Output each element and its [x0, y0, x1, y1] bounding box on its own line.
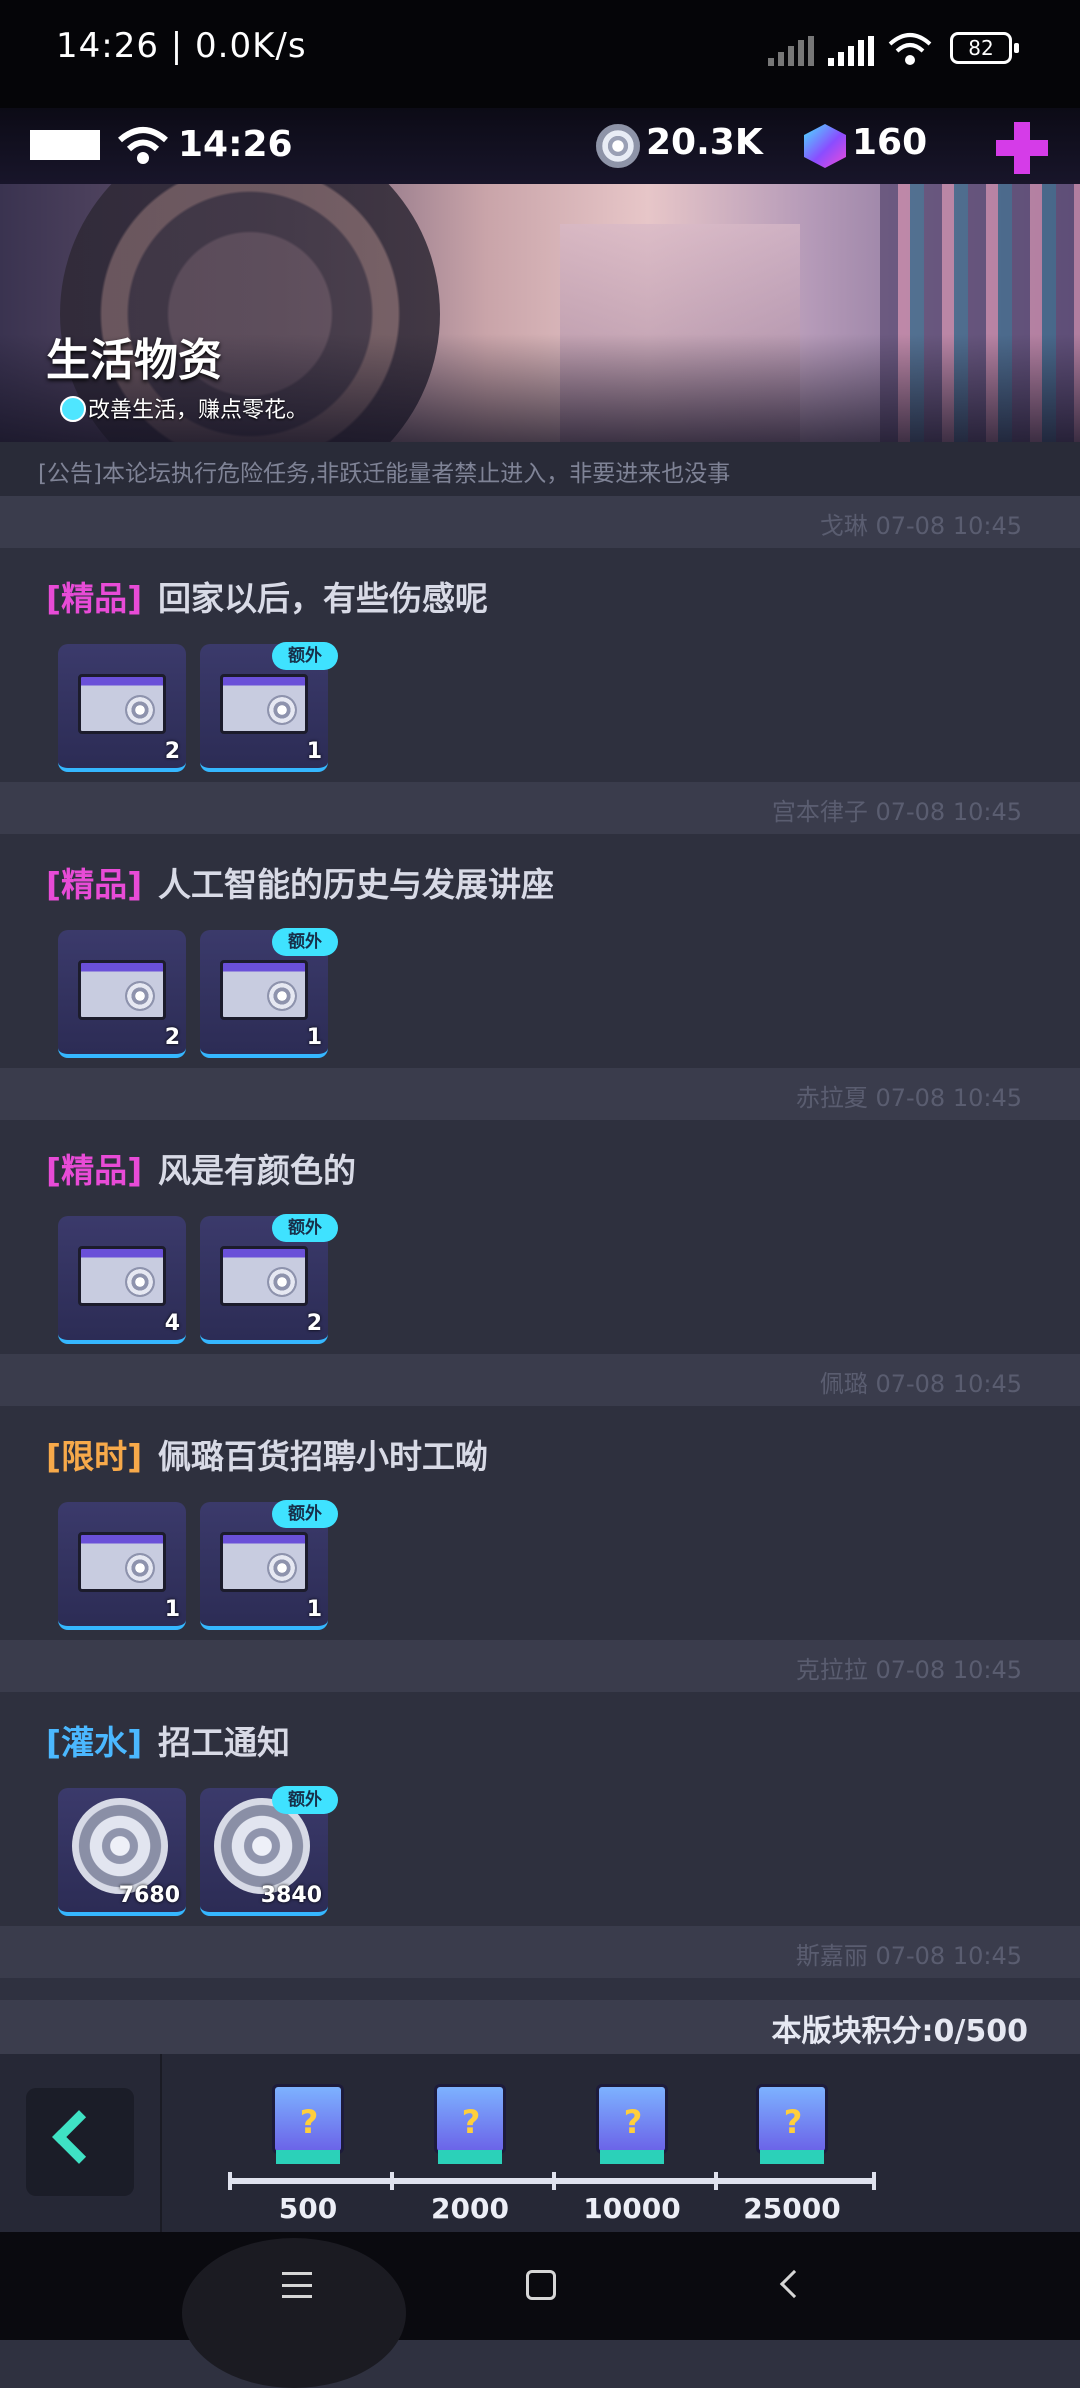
forum-subtitle: 改善生活，赚点零花。 — [88, 398, 309, 423]
ticket-icon — [78, 1246, 166, 1306]
reward-item[interactable]: 4 — [58, 1216, 186, 1344]
reward-item[interactable]: 1 额外 — [200, 1500, 338, 1630]
post-item[interactable]: [精品] 回家以后，有些伤感呢 2 1 额外 — [0, 548, 1080, 782]
reward-item[interactable]: 7680 — [58, 1788, 186, 1916]
reward-quantity: 2 — [164, 1025, 180, 1050]
points-label: 本版块积分:0/500 — [771, 2014, 1028, 2049]
post-tag: [精品] — [46, 865, 143, 904]
post-meta: 斯嘉丽 07-08 10:45 — [0, 1926, 1080, 1978]
coin-icon — [596, 124, 640, 168]
forum-title: 生活物资 — [46, 335, 222, 386]
battery-icon: 82 — [950, 32, 1019, 64]
back-button[interactable] — [26, 2088, 134, 2196]
milestone-label: 10000 — [583, 2192, 681, 2225]
extra-badge: 额外 — [272, 642, 338, 670]
post-author-time: 佩璐 07-08 10:45 — [819, 1370, 1022, 1398]
reward-item[interactable]: 1 额外 — [200, 642, 338, 772]
coin-count: 20.3K — [646, 122, 763, 163]
reward-chest[interactable]: ? — [428, 2076, 512, 2164]
reward-item[interactable]: 2 — [58, 930, 186, 1058]
reward-chest[interactable]: ? — [266, 2076, 350, 2164]
wifi-icon — [888, 32, 932, 70]
post-meta: 佩璐 07-08 10:45 — [0, 1354, 1080, 1406]
reward-quantity: 2 — [164, 739, 180, 764]
post-item[interactable]: [灌水] 招工通知 7680 3840 额外 — [0, 1692, 1080, 1926]
post-tag: [灌水] — [46, 1723, 143, 1762]
reward-quantity: 1 — [306, 1597, 322, 1622]
ticket-icon — [220, 960, 308, 1020]
milestone-label: 25000 — [743, 2192, 841, 2225]
post-item[interactable]: [精品] 人工智能的历史与发展讲座 2 1 额外 — [0, 834, 1080, 1068]
post-title: 佩璐百货招聘小时工呦 — [158, 1437, 488, 1476]
extra-badge: 额外 — [272, 1786, 338, 1814]
ticket-icon — [220, 1532, 308, 1592]
post-title: 风是有颜色的 — [158, 1151, 356, 1190]
dot-icon — [60, 396, 86, 422]
reward-quantity: 3840 — [260, 1883, 322, 1908]
post-tag: [精品] — [46, 1151, 143, 1190]
post-title: 回家以后，有些伤感呢 — [158, 579, 488, 618]
post-meta: 宫本律子 07-08 10:45 — [0, 782, 1080, 834]
forum-banner: 生活物资 改善生活，赚点零花。 — [0, 184, 1080, 442]
reward-item[interactable]: 2 — [58, 644, 186, 772]
reward-quantity: 1 — [164, 1597, 180, 1622]
post-author-time: 赤拉夏 07-08 10:45 — [795, 1084, 1022, 1112]
reward-chest[interactable]: ? — [750, 2076, 834, 2164]
reward-quantity: 4 — [164, 1311, 180, 1336]
milestone-label: 500 — [278, 2192, 338, 2225]
reward-quantity: 7680 — [118, 1883, 180, 1908]
reward-quantity: 1 — [306, 739, 322, 764]
post-author-time: 宫本律子 07-08 10:45 — [771, 798, 1022, 826]
post-meta: 赤拉夏 07-08 10:45 — [0, 1068, 1080, 1120]
game-top-bar: 14:26 20.3K 160 — [0, 108, 1080, 184]
notice-text: [公告]本论坛执行危险任务,非跃迁能量者禁止进入，非要进来也没事 — [38, 461, 731, 487]
post-author-time: 斯嘉丽 07-08 10:45 — [795, 1942, 1022, 1970]
reward-item[interactable]: 1 — [58, 1502, 186, 1630]
post-tag: [限时] — [46, 1437, 143, 1476]
reward-quantity: 2 — [306, 1311, 322, 1336]
reward-chest[interactable]: ? — [590, 2076, 674, 2164]
milestone-label: 2000 — [431, 2192, 509, 2225]
signal-icon — [768, 36, 820, 66]
section-points: 本版块积分:0/500 — [0, 2000, 1080, 2054]
ticket-icon — [78, 960, 166, 1020]
reward-item[interactable]: 2 额外 — [200, 1214, 338, 1344]
post-author-time: 克拉拉 07-08 10:45 — [795, 1656, 1022, 1684]
system-status-bar: 14:26 | 0.0K/s 82 — [0, 0, 1080, 108]
game-clock: 14:26 — [178, 124, 293, 165]
system-nav-bar — [0, 2232, 1080, 2388]
status-time: 14:26 | 0.0K/s — [56, 26, 307, 66]
post-author-time: 戈琳 07-08 10:45 — [819, 512, 1022, 540]
add-currency-button[interactable] — [996, 122, 1048, 174]
reward-item[interactable]: 3840 额外 — [200, 1786, 338, 1916]
extra-badge: 额外 — [272, 928, 338, 956]
ticket-icon — [78, 1532, 166, 1592]
ticket-icon — [220, 674, 308, 734]
post-tag: [精品] — [46, 579, 143, 618]
menu-icon[interactable] — [282, 2272, 312, 2298]
reward-quantity: 1 — [306, 1025, 322, 1050]
extra-badge: 额外 — [272, 1214, 338, 1242]
gem-icon — [804, 124, 846, 168]
post-meta: 戈琳 07-08 10:45 — [0, 496, 1080, 548]
forum-notice: [公告]本论坛执行危险任务,非跃迁能量者禁止进入，非要进来也没事 — [0, 442, 1080, 496]
ticket-icon — [78, 674, 166, 734]
coin-icon — [72, 1798, 168, 1894]
signal-icon — [828, 36, 880, 66]
home-icon[interactable] — [526, 2270, 556, 2300]
reward-progress-bar: ? ? ? ? 500 2000 10000 25000 — [0, 2054, 1080, 2232]
post-item[interactable]: [限时] 佩璐百货招聘小时工呦 1 1 额外 — [0, 1406, 1080, 1640]
post-title: 人工智能的历史与发展讲座 — [158, 865, 554, 904]
ticket-icon — [220, 1246, 308, 1306]
gem-count: 160 — [852, 122, 928, 163]
post-meta: 克拉拉 07-08 10:45 — [0, 1640, 1080, 1692]
wifi-icon — [118, 126, 168, 168]
reward-item[interactable]: 1 额外 — [200, 928, 338, 1058]
chevron-left-icon — [52, 2110, 106, 2164]
back-icon[interactable] — [779, 2269, 809, 2299]
battery-icon — [30, 130, 100, 160]
post-item[interactable]: [精品] 风是有颜色的 4 2 额外 — [0, 1120, 1080, 1354]
post-title: 招工通知 — [158, 1723, 290, 1762]
extra-badge: 额外 — [272, 1500, 338, 1528]
